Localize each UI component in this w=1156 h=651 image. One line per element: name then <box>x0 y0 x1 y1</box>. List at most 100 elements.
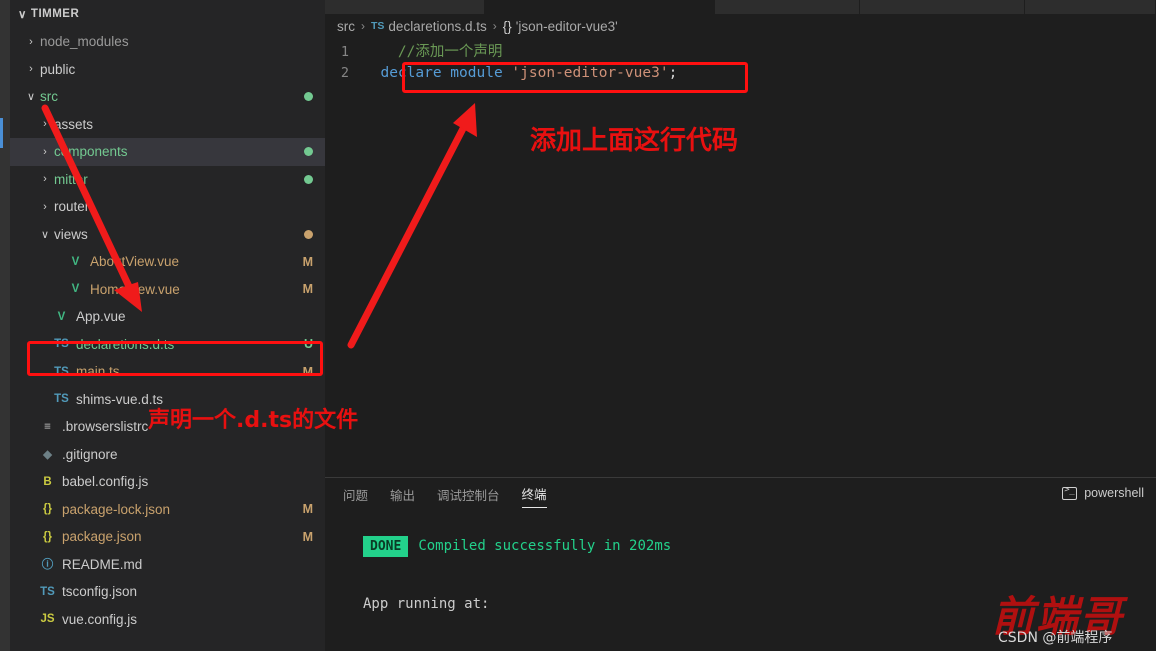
terminal-line-running: App running at: <box>363 595 1156 614</box>
terminal-output[interactable]: DONE Compiled successfully in 202ms App … <box>325 514 1156 614</box>
tree-item-package-lock-json[interactable]: ›{}package-lock.jsonM <box>10 496 325 524</box>
git-status-dot <box>304 92 313 102</box>
compiled-message: Compiled successfully in 202ms <box>418 538 672 554</box>
panel-tab-terminal[interactable]: 终端 <box>521 484 547 508</box>
chevron-right-icon: › <box>361 19 365 33</box>
tree-item-label: main.ts <box>76 364 120 380</box>
tree-item-label: router <box>54 199 90 215</box>
code-content[interactable]: 1 //添加一个声明 2 declare module 'json-editor-… <box>325 38 1156 84</box>
bottom-panel: 问题输出调试控制台终端 powershell DONE Compiled suc… <box>325 477 1156 651</box>
code-line-text[interactable]: //添加一个声明 <box>363 42 1156 63</box>
terminal-shell-label: powershell <box>1084 486 1144 500</box>
breadcrumb-folder[interactable]: src <box>337 19 355 34</box>
file-tree: › node_modules › public ∨ src › assets › componen… <box>10 27 325 633</box>
tree-item-main-ts[interactable]: ›TSmain.tsM <box>10 358 325 386</box>
tree-item-public[interactable]: › public <box>10 56 325 84</box>
tree-item-declaretions-d-ts[interactable]: ›TSdeclaretions.d.tsU <box>10 331 325 359</box>
tree-item-aboutview-vue[interactable]: ›VAboutView.vueM <box>10 248 325 276</box>
line-number: 1 <box>340 44 349 60</box>
tree-item-shims-vue-d-ts[interactable]: ›TSshims-vue.d.ts <box>10 386 325 414</box>
tree-item-babel-config-js[interactable]: ›Bbabel.config.js <box>10 468 325 496</box>
code-line: 2 declare module 'json-editor-vue3'; <box>325 63 1156 84</box>
git-status-badge: M <box>302 364 313 379</box>
tree-item--browserslistrc[interactable]: ›≡.browserslistrc <box>10 413 325 441</box>
git-status-dot <box>304 147 313 157</box>
file-type-icon: TS <box>54 365 69 378</box>
tree-item-assets[interactable]: › assets <box>10 111 325 139</box>
chevron-right-icon[interactable]: › <box>38 146 52 158</box>
tree-item-label: package-lock.json <box>62 501 171 517</box>
file-type-icon: V <box>71 283 80 296</box>
panel-tab-item[interactable]: 调试控制台 <box>437 485 500 508</box>
file-type-icon: V <box>57 310 66 323</box>
typescript-file-icon: TS <box>371 20 385 32</box>
tree-item--gitignore[interactable]: ›◆.gitignore <box>10 441 325 469</box>
chevron-right-icon[interactable]: › <box>38 118 52 130</box>
tree-item-src[interactable]: ∨ src <box>10 83 325 111</box>
editor-tab[interactable] <box>715 0 860 14</box>
tree-item-tsconfig-json[interactable]: ›TStsconfig.json <box>10 578 325 606</box>
activity-bar <box>0 0 10 651</box>
file-type-icon: {} <box>43 530 52 543</box>
file-type-icon: TS <box>40 585 55 598</box>
file-type-icon: ≡ <box>44 420 51 433</box>
chevron-right-icon: › <box>492 19 497 33</box>
file-type-icon: JS <box>40 613 55 626</box>
tree-item-components[interactable]: › components <box>10 138 325 166</box>
tree-item-views[interactable]: ∨ views <box>10 221 325 249</box>
tree-item-label: views <box>54 226 88 242</box>
editor-tab[interactable] <box>1025 0 1156 14</box>
explorer-sidebar: ∨ TIMMER › node_modules › public ∨ src › assets… <box>10 0 325 651</box>
tree-item-label: shims-vue.d.ts <box>76 391 164 407</box>
tree-item-router[interactable]: › router <box>10 193 325 221</box>
chevron-right-icon[interactable]: › <box>38 201 52 213</box>
git-status-dot <box>304 229 313 239</box>
running-message: App running at: <box>363 596 490 612</box>
code-token-plain: ; <box>668 65 678 81</box>
editor-tab[interactable] <box>860 0 1025 14</box>
tree-item-node-modules[interactable]: › node_modules <box>10 28 325 56</box>
code-line: 1 //添加一个声明 <box>325 42 1156 63</box>
editor-tab[interactable] <box>325 0 485 14</box>
chevron-right-icon[interactable]: › <box>24 36 38 48</box>
file-type-icon: B <box>43 475 52 488</box>
tree-item-label: tsconfig.json <box>62 584 138 600</box>
panel-tab-bar: 问题输出调试控制台终端 powershell <box>325 478 1156 514</box>
tree-item-label: assets <box>54 116 94 132</box>
chevron-right-icon[interactable]: › <box>24 63 38 75</box>
git-status-badge: M <box>302 529 313 544</box>
chevron-right-icon[interactable]: › <box>38 173 52 185</box>
tree-item-vue-config-js[interactable]: ›JSvue.config.js <box>10 606 325 634</box>
git-status-badge: M <box>302 502 313 517</box>
breadcrumb-file[interactable]: declaretions.d.ts <box>388 19 486 34</box>
git-status-badge: M <box>302 254 313 269</box>
tree-item-mitter[interactable]: › mitter <box>10 166 325 194</box>
panel-tab-item[interactable]: 输出 <box>390 485 415 508</box>
code-token-string: 'json-editor-vue3' <box>511 65 669 81</box>
tree-item-homeview-vue[interactable]: ›VHomeView.vueM <box>10 276 325 304</box>
file-type-icon: ◆ <box>43 449 52 462</box>
tree-item-app-vue[interactable]: ›VApp.vue <box>10 303 325 331</box>
panel-tab-item[interactable]: 问题 <box>343 485 368 508</box>
tree-item-label: HomeView.vue <box>90 281 180 297</box>
tree-item-label: README.md <box>62 556 143 572</box>
tree-item-label: node_modules <box>40 34 129 50</box>
chevron-down-icon[interactable]: ∨ <box>24 90 38 103</box>
editor-tab-bar <box>325 0 1156 14</box>
breadcrumb-symbol[interactable]: 'json-editor-vue3' <box>516 19 618 34</box>
breadcrumb[interactable]: src › TS declaretions.d.ts › {} 'json-ed… <box>325 14 1156 38</box>
explorer-root-header[interactable]: ∨ TIMMER <box>10 0 325 27</box>
tree-item-package-json[interactable]: ›{}package.jsonM <box>10 523 325 551</box>
editor-tab-active[interactable] <box>485 0 715 14</box>
tree-item-label: App.vue <box>76 309 126 325</box>
chevron-down-icon[interactable]: ∨ <box>38 228 52 241</box>
file-type-icon: TS <box>54 338 69 351</box>
tree-item-readme-md[interactable]: ›ⓘREADME.md <box>10 551 325 579</box>
code-line-text[interactable]: declare module 'json-editor-vue3'; <box>363 63 1156 84</box>
line-number: 2 <box>340 65 349 81</box>
terminal-shell-selector[interactable]: powershell <box>1062 485 1144 500</box>
terminal-line-compiled: DONE Compiled successfully in 202ms <box>363 536 1156 557</box>
tree-item-label: src <box>40 89 58 105</box>
